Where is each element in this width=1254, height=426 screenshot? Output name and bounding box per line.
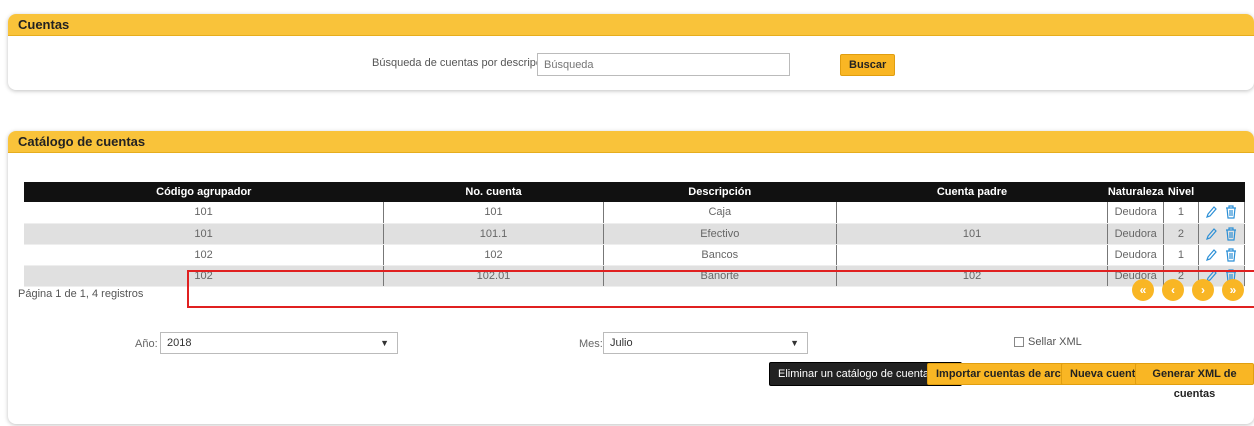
- search-label: Búsqueda de cuentas por descripción:: [372, 57, 560, 69]
- first-page-button[interactable]: «: [1132, 279, 1154, 301]
- accounts-table: Código agrupador No. cuenta Descripción …: [24, 182, 1246, 287]
- month-value: Julio: [610, 337, 633, 349]
- month-select[interactable]: Julio ▼: [603, 332, 808, 354]
- pencil-icon[interactable]: [1205, 248, 1218, 262]
- search-input[interactable]: [537, 53, 790, 76]
- search-panel: Cuentas Búsqueda de cuentas por descripc…: [8, 14, 1254, 90]
- year-label: Año:: [135, 338, 158, 350]
- cell-cuenta: 102.01: [383, 265, 604, 287]
- seal-xml-checkbox[interactable]: [1014, 337, 1024, 347]
- cell-naturaleza: Deudora: [1107, 223, 1164, 245]
- cell-descripcion: Banorte: [603, 265, 837, 287]
- chevron-down-icon: ▼: [380, 338, 389, 348]
- table-header: Código agrupador No. cuenta Descripción …: [24, 182, 1245, 202]
- table-row[interactable]: 101 101 Caja Deudora 1: [24, 202, 1246, 224]
- cell-padre: 102: [836, 265, 1109, 287]
- year-select[interactable]: 2018 ▼: [160, 332, 398, 354]
- prev-page-button[interactable]: ‹: [1162, 279, 1184, 301]
- cell-actions: [1198, 223, 1246, 245]
- cell-naturaleza: Deudora: [1107, 244, 1164, 266]
- cell-cuenta: 101: [383, 202, 604, 224]
- next-page-button[interactable]: ›: [1192, 279, 1214, 301]
- catalog-panel: Catálogo de cuentas Código agrupador No.…: [8, 131, 1254, 424]
- table-row[interactable]: 102 102 Bancos Deudora 1: [24, 244, 1246, 266]
- last-page-button[interactable]: »: [1222, 279, 1244, 301]
- cell-codigo: 101: [24, 202, 385, 224]
- search-button[interactable]: Buscar: [840, 54, 896, 76]
- cell-padre: [836, 202, 1109, 224]
- cell-nivel: 1: [1163, 244, 1199, 266]
- col-descripcion[interactable]: Descripción: [603, 182, 837, 202]
- cell-padre: [836, 244, 1109, 266]
- cell-descripcion: Bancos: [603, 244, 837, 266]
- generate-xml-button[interactable]: Generar XML de cuentas: [1135, 363, 1254, 400]
- cell-descripcion: Caja: [603, 202, 837, 224]
- cell-padre: 101: [836, 223, 1109, 245]
- cell-actions: [1198, 202, 1246, 224]
- trash-icon[interactable]: [1225, 247, 1237, 262]
- chevron-down-icon: ▼: [790, 338, 799, 348]
- col-padre[interactable]: Cuenta padre: [836, 182, 1108, 202]
- cell-descripcion: Efectivo: [603, 223, 837, 245]
- page-info: Página 1 de 1, 4 registros: [18, 288, 144, 300]
- pencil-icon[interactable]: [1205, 205, 1218, 219]
- col-nivel[interactable]: Nivel: [1163, 182, 1199, 202]
- pagination: « ‹ › »: [1132, 279, 1244, 301]
- cell-codigo: 102: [24, 265, 385, 287]
- trash-icon[interactable]: [1225, 205, 1237, 219]
- month-label: Mes:: [579, 338, 603, 350]
- table-row[interactable]: 102 102.01 Banorte 102 Deudora 2: [24, 265, 1246, 287]
- table-row[interactable]: 101 101.1 Efectivo 101 Deudora 2: [24, 223, 1246, 245]
- cell-codigo: 102: [24, 244, 385, 266]
- seal-xml-label: Sellar XML: [1028, 336, 1082, 348]
- cell-nivel: 2: [1163, 223, 1199, 245]
- cell-cuenta: 102: [383, 244, 604, 266]
- panel-title: Cuentas: [8, 14, 1254, 36]
- col-naturaleza[interactable]: Naturaleza: [1107, 182, 1164, 202]
- cell-naturaleza: Deudora: [1107, 202, 1164, 224]
- cell-nivel: 1: [1163, 202, 1199, 224]
- panel-title: Catálogo de cuentas: [8, 131, 1254, 153]
- cell-actions: [1198, 244, 1246, 266]
- year-value: 2018: [167, 337, 192, 349]
- trash-icon[interactable]: [1225, 226, 1237, 241]
- cell-codigo: 101: [24, 223, 385, 245]
- col-codigo[interactable]: Código agrupador: [24, 182, 384, 202]
- pencil-icon[interactable]: [1205, 227, 1218, 241]
- col-actions: [1198, 182, 1245, 202]
- cell-cuenta: 101.1: [383, 223, 604, 245]
- seal-xml-option[interactable]: Sellar XML: [1014, 336, 1082, 348]
- col-cuenta[interactable]: No. cuenta: [383, 182, 604, 202]
- search-row: Búsqueda de cuentas por descripción: Bus…: [8, 52, 1254, 78]
